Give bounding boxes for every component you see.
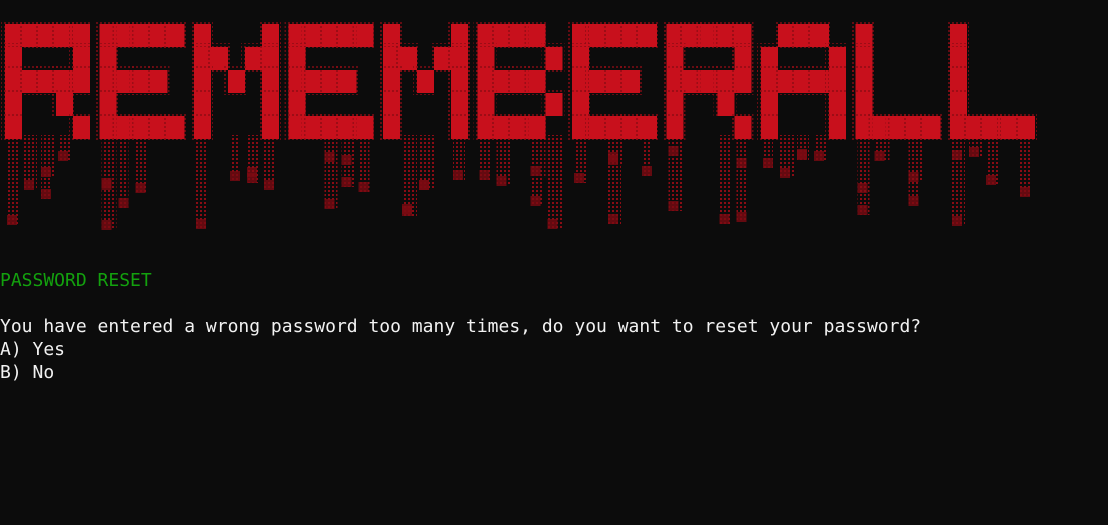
option-yes[interactable]: A) Yes [0, 338, 65, 361]
reset-prompt: You have entered a wrong password too ma… [0, 316, 922, 337]
logo-letters [1, 20, 1037, 141]
option-no[interactable]: B) No [0, 361, 54, 384]
logo-drips [7, 135, 1032, 230]
ascii-art-logo [1, 20, 1037, 230]
page-title: PASSWORD RESET [0, 270, 152, 291]
